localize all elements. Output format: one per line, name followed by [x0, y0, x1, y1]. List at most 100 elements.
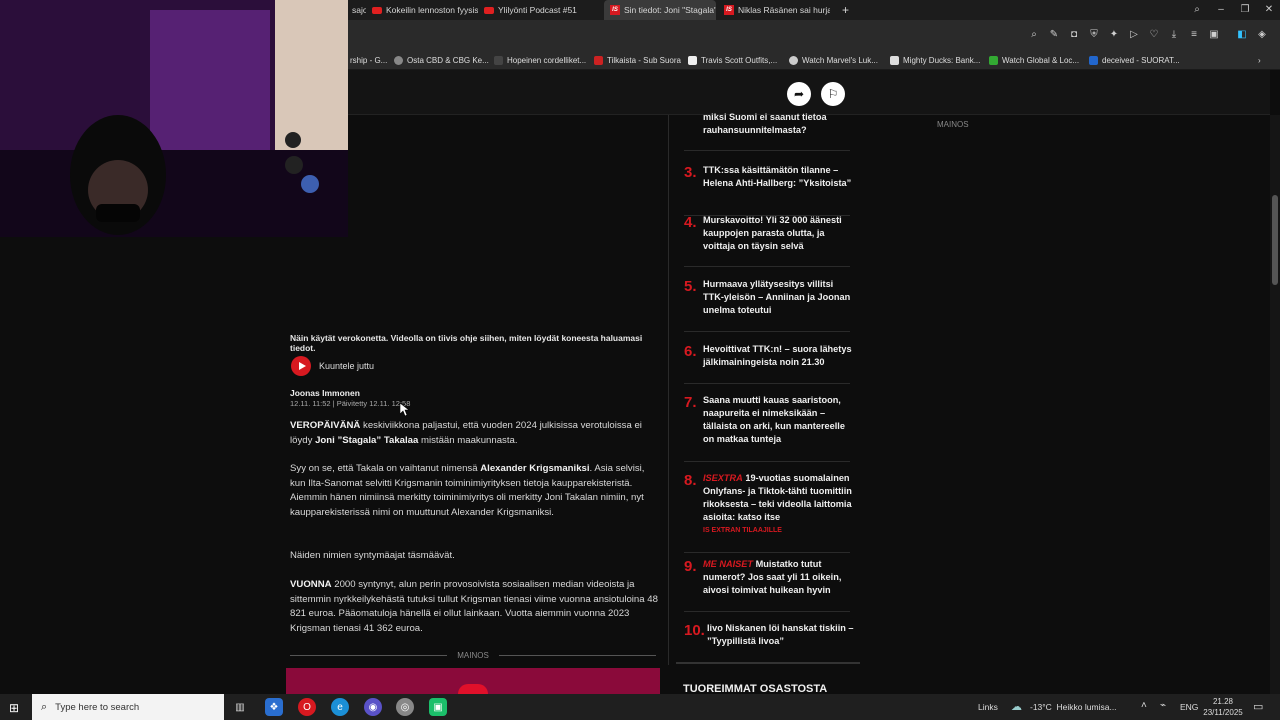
item-title: Hevoittivat TTK:n! – suora lähetys jälki… [703, 344, 852, 367]
discord-icon[interactable]: ◉ [364, 698, 382, 716]
bookmark-2[interactable]: Hopeinen cordelliket... [494, 53, 586, 67]
tab-label: sajo [352, 5, 366, 15]
language-indicator[interactable]: ENG [1180, 702, 1198, 712]
bookmark-label: Osta CBD & CBG Ke... [407, 55, 489, 65]
item-title: TTK:ssa käsittämätön tilanne – Helena Ah… [703, 165, 852, 188]
paragraph-2: Syy on se, että Takala on vaihtanut nime… [290, 462, 660, 520]
list-item[interactable]: 10. Iivo Niskanen löi hanskat tiskiin – ”… [684, 622, 854, 664]
play-icon [291, 356, 311, 376]
tab-2[interactable]: Ylilyönti Podcast #51 [478, 0, 590, 20]
rank-number: 3. [684, 164, 697, 181]
list-item[interactable]: 3. TTK:ssa käsittämätön tilanne – Helena … [684, 164, 852, 216]
bookmark-label: deceived - SUORAT... [1102, 55, 1180, 65]
rank-number: 7. [684, 394, 697, 411]
sidebar-icon[interactable]: ◧ [1236, 27, 1248, 41]
list-item[interactable]: 8. ISEXTRA 19-vuotias suomalainen Onlyfan… [684, 472, 853, 553]
camera-icon[interactable]: ◘ [1068, 27, 1080, 41]
app-icon[interactable]: ❖ [265, 698, 283, 716]
ad-banner[interactable] [286, 668, 660, 694]
lead-word: VUONNA [290, 579, 332, 590]
tab-0[interactable]: sajo [346, 0, 366, 20]
bookmark-label: Hopeinen cordelliket... [507, 55, 587, 65]
restore-icon[interactable]: ❐ [1233, 0, 1257, 18]
bookmark-8[interactable]: deceived - SUORAT... [1089, 53, 1180, 67]
tab-4[interactable]: IS Niklas Räsänen sai hurjan [718, 0, 830, 20]
edge-icon[interactable]: e [331, 698, 349, 716]
taskbar-search-box[interactable]: ⌕ Type here to search [32, 694, 224, 720]
scrollbar[interactable] [1270, 115, 1280, 694]
tab-1[interactable]: Kokeilin lennoston fyysise [366, 0, 478, 20]
divider-line [290, 655, 448, 656]
bookmark-icon [890, 55, 899, 65]
cube-icon[interactable]: ◈ [1256, 27, 1268, 41]
task-view-icon[interactable]: ▥ [231, 698, 249, 716]
item-title: ME NAISET Muistatko tutut numerot? Jos s… [703, 558, 853, 597]
timestamp: 12.11. 11:52 | Päivitetty 12.11. 12:58 [290, 399, 411, 408]
windows-start-icon[interactable]: ⊞ [9, 701, 19, 715]
app-icon[interactable]: ▣ [429, 698, 447, 716]
list-item[interactable]: 6. Hevoittivat TTK:n! – suora lähetys jäl… [684, 343, 852, 384]
bookmark-0[interactable]: rship - G... [350, 53, 387, 67]
paragraph-3: Näiden nimien syntymäajat täsmäävät. [290, 550, 455, 561]
item-title: Murskavoitto! Yli 32 000 äänesti kauppoj… [703, 215, 842, 251]
clock[interactable]: 21.28 23/11/2025 [1203, 696, 1243, 718]
bookmark-icon [789, 55, 798, 65]
links-toolbar[interactable]: Links [978, 702, 998, 712]
list-item[interactable]: 7. Saana muutti kauas saaristoon, naapure… [684, 394, 850, 462]
tab-label: Niklas Räsänen sai hurjan [738, 5, 830, 15]
bookmark-4[interactable]: Travis Scott Outfits,... [688, 53, 777, 67]
search-icon[interactable]: ⌕ [1185, 0, 1209, 18]
rank-number: 5. [684, 278, 697, 295]
new-tab-button[interactable]: + [836, 0, 856, 20]
extension-icon[interactable]: ✦ [1108, 27, 1120, 41]
notifications-icon[interactable]: ▭ [1253, 700, 1263, 713]
weather-text[interactable]: -13°C Heikko lumisa... [1030, 702, 1117, 712]
minimize-icon[interactable]: – [1209, 0, 1233, 18]
search-icon: ⌕ [41, 700, 48, 713]
most-read-item-2[interactable]: miksi Suomi ei saanut tietoa rauhansuunn… [703, 111, 853, 137]
bookmarks-overflow-icon[interactable]: › [1258, 53, 1261, 67]
divider-line [498, 655, 656, 656]
bookmark-1[interactable]: Osta CBD & CBG Ke... [394, 53, 489, 67]
item-title: ISEXTRA 19-vuotias suomalainen Onlyfans-… [703, 472, 853, 537]
edit-icon[interactable]: ✎ [1048, 27, 1060, 41]
app-icon[interactable]: ◎ [396, 698, 414, 716]
close-window-icon[interactable]: ✕ [1257, 0, 1280, 18]
bookmark-3[interactable]: Tilkaista - Sub Suora [594, 53, 681, 67]
author-name[interactable]: Joonas Immonen [290, 388, 360, 398]
heart-icon[interactable]: ♡ [1148, 27, 1160, 41]
tab-3-active[interactable]: ISSin tiedot: Joni "Stagala"× [604, 0, 716, 20]
search-placeholder: Type here to search [55, 701, 140, 713]
share-icon[interactable]: ➦ [787, 82, 811, 106]
paragraph-1: VEROPÄIVÄNÄ keskiviikkona paljastui, ett… [290, 419, 660, 448]
list-item[interactable]: 9. ME NAISET Muistatko tutut numerot? Jos… [684, 558, 850, 612]
list-item[interactable]: 5. Hurmaava yllätysesitys villitsi TTK-yl… [684, 278, 850, 332]
chevron-up-icon[interactable]: ˄ [1141, 700, 1147, 711]
bookmark-7[interactable]: Watch Global & Loc... [989, 53, 1079, 67]
search-icon[interactable]: ⌕ [1028, 27, 1040, 41]
bookmark-icon [989, 55, 998, 65]
network-icon[interactable]: ⌁ [1160, 700, 1166, 711]
column-divider [668, 115, 669, 665]
bookmark-6[interactable]: Mighty Ducks: Bank... [890, 53, 980, 67]
play-icon[interactable]: ▷ [1128, 27, 1140, 41]
wallet-icon[interactable]: ▣ [1208, 27, 1220, 41]
bookmark-icon[interactable]: ⚐ [821, 82, 845, 106]
list-item[interactable]: 4. Murskavoitto! Yli 32 000 äänesti kaupp… [684, 214, 850, 267]
bookmark-label: rship - G... [350, 55, 388, 65]
section-tag: ISEXTRA [703, 473, 743, 483]
download-icon[interactable]: ⤓ [1168, 27, 1180, 41]
bookmark-5[interactable]: Watch Marvel's Luk... [789, 53, 878, 67]
tab-label: Sin tiedot: Joni "Stagala" [624, 5, 716, 15]
bookmark-icon [394, 55, 403, 65]
scrollbar-thumb[interactable] [1272, 195, 1278, 285]
opera-icon[interactable]: O [298, 698, 316, 716]
rank-number: 6. [684, 343, 697, 360]
lead-word: VEROPÄIVÄNÄ [290, 420, 361, 431]
listen-button[interactable]: Kuuntele juttu [291, 356, 374, 376]
shield-icon[interactable]: ⛨ [1088, 27, 1100, 41]
rank-number: 10. [684, 622, 705, 639]
menu-icon[interactable]: ≡ [1188, 27, 1200, 41]
rank-number: 4. [684, 214, 697, 231]
rank-number: 9. [684, 558, 697, 575]
